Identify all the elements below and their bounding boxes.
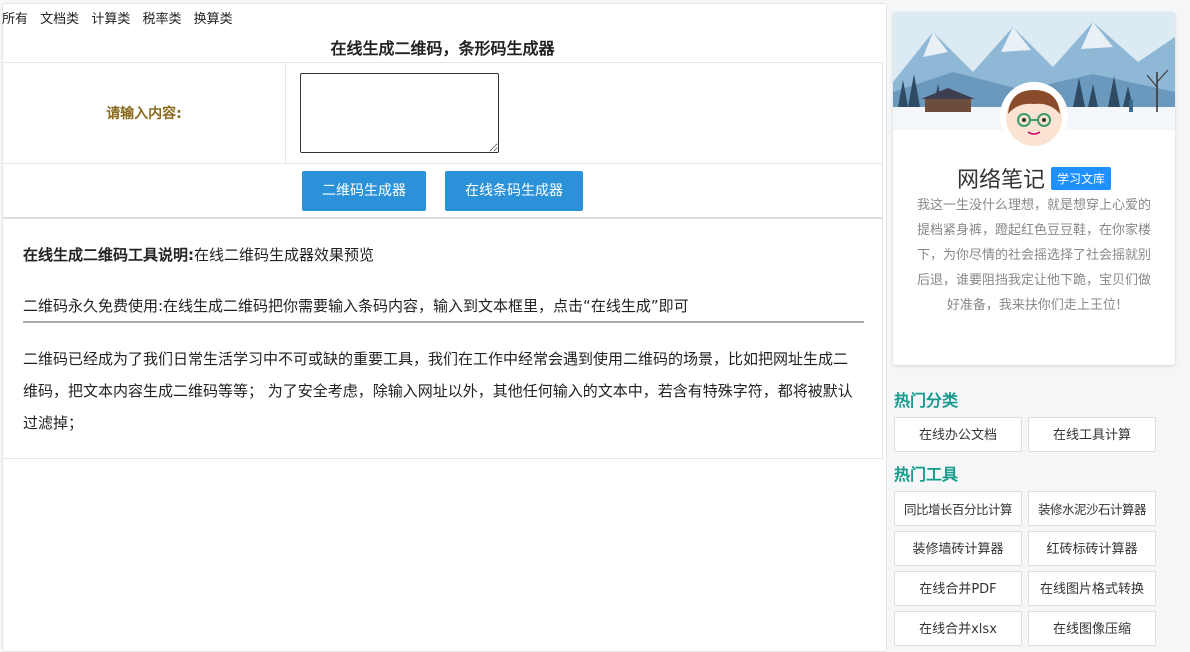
hot-tool-brick-calc[interactable]: 红砖标砖计算器: [1028, 531, 1156, 566]
hot-category-office-docs[interactable]: 在线办公文档: [894, 417, 1022, 452]
avatar: [1000, 82, 1068, 150]
description-heading-line: 在线生成二维码工具说明:在线二维码生成器效果预览: [23, 243, 862, 268]
profile-tag-badge[interactable]: 学习文库: [1051, 166, 1112, 190]
nav-item-all[interactable]: 所有: [2, 12, 28, 27]
nav-item-tax[interactable]: 税率类: [142, 12, 181, 27]
hot-category-tool-calc[interactable]: 在线工具计算: [1028, 417, 1156, 452]
description-usage: 二维码永久免费使用:在线生成二维码把你需要输入条码内容，输入到文本框里，点击“在…: [23, 294, 864, 323]
hot-tool-yoy-percent[interactable]: 同比增长百分比计算: [894, 491, 1022, 526]
description-heading-rest: 在线二维码生成器效果预览: [194, 246, 375, 264]
description-panel: 在线生成二维码工具说明:在线二维码生成器效果预览 二维码永久免费使用:在线生成二…: [2, 217, 883, 459]
barcode-generate-button[interactable]: 在线条码生成器: [445, 171, 584, 211]
sidebar: 网络笔记 学习文库 我这一生没什么理想，就是想穿上心爱的提档紧身裤，蹬起红色豆豆鞋…: [893, 12, 1175, 651]
category-nav: 所有 文档类 计算类 税率类 换算类: [2, 8, 241, 27]
input-form: 请输入内容: 二维码生成器 在线条码生成器: [2, 62, 883, 219]
nav-item-calc[interactable]: 计算类: [91, 12, 130, 27]
hot-tool-merge-pdf[interactable]: 在线合并PDF: [894, 571, 1022, 606]
description-detail: 二维码已经成为了我们日常生活学习中不可或缺的重要工具，我们在工作中经常会遇到使用…: [23, 350, 853, 432]
hot-tool-image-compress[interactable]: 在线图像压缩: [1028, 611, 1156, 646]
input-cell: [285, 62, 883, 164]
hot-tool-wall-tile-calc[interactable]: 装修墙砖计算器: [894, 531, 1022, 566]
hot-tools-title: 热门工具: [894, 465, 959, 484]
profile-card: 网络笔记 学习文库 我这一生没什么理想，就是想穿上心爱的提档紧身裤，蹬起红色豆豆鞋…: [893, 12, 1175, 365]
hot-categories-grid: 在线办公文档 在线工具计算: [893, 417, 1158, 457]
hot-tool-cement-calc[interactable]: 装修水泥沙石计算器: [1028, 491, 1156, 526]
content-label: 请输入内容:: [2, 62, 286, 164]
content-textarea[interactable]: [300, 73, 499, 153]
hot-categories-title: 热门分类: [894, 391, 959, 410]
hot-tool-merge-xlsx[interactable]: 在线合并xlsx: [894, 611, 1022, 646]
hot-tools-grid: 同比增长百分比计算 装修水泥沙石计算器 装修墙砖计算器 红砖标砖计算器 在线合并…: [893, 491, 1158, 651]
nav-item-convert[interactable]: 换算类: [194, 12, 233, 27]
nav-item-docs[interactable]: 文档类: [40, 12, 79, 27]
profile-bio: 我这一生没什么理想，就是想穿上心爱的提档紧身裤，蹬起红色豆豆鞋，在你家楼下，为你…: [916, 198, 1151, 313]
description-heading: 在线生成二维码工具说明:: [23, 246, 194, 264]
button-row: 二维码生成器 在线条码生成器: [2, 163, 883, 219]
profile-name: 网络笔记: [956, 168, 1045, 193]
qrcode-generate-button[interactable]: 二维码生成器: [301, 171, 426, 211]
hot-tool-image-convert[interactable]: 在线图片格式转换: [1028, 571, 1156, 606]
page-title: 在线生成二维码，条形码生成器: [330, 39, 555, 58]
profile-name-row: 网络笔记 学习文库: [893, 162, 1175, 194]
